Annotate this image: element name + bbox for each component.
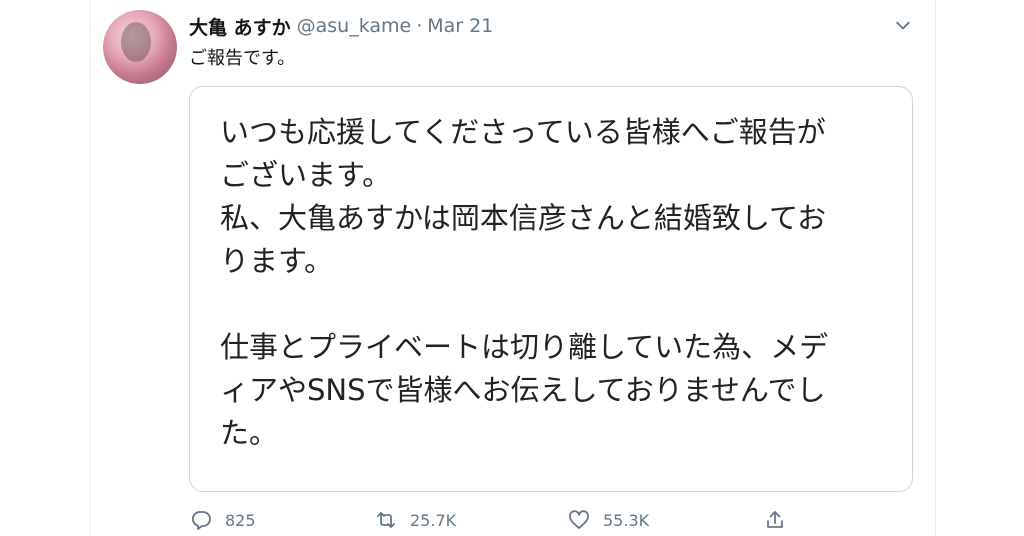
heart-icon bbox=[569, 510, 589, 529]
image-text: いつも応援してくださっている皆様へご報告が ございます。 私、大亀あすかは岡本信… bbox=[220, 111, 892, 455]
share-button[interactable] bbox=[763, 508, 799, 532]
image-text-line: ります。 bbox=[220, 244, 334, 278]
reply-icon bbox=[191, 511, 211, 530]
image-text-line: いつも応援してくださっている皆様へご報告が bbox=[220, 115, 826, 149]
tweet-date[interactable]: Mar 21 bbox=[427, 15, 493, 37]
user-handle[interactable]: @asu_kame bbox=[297, 15, 412, 37]
tweet-text: ご報告です。 bbox=[189, 48, 296, 69]
image-text-line: 仕事とプライベートは切り離していた為、メデ bbox=[220, 330, 829, 364]
chevron-down-icon[interactable] bbox=[893, 16, 913, 36]
attached-image[interactable]: いつも応援してくださっている皆様へご報告が ございます。 私、大亀あすかは岡本信… bbox=[189, 86, 913, 492]
image-text-line: ィアやSNSで皆様へお伝えしておりませんでし bbox=[220, 373, 826, 407]
reply-button[interactable]: 825 bbox=[189, 508, 256, 532]
share-icon bbox=[767, 511, 783, 528]
like-button[interactable]: 55.3K bbox=[567, 508, 649, 532]
retweet-button[interactable]: 25.7K bbox=[374, 508, 456, 532]
retweet-icon bbox=[377, 512, 395, 528]
tweet-actions: 825 25.7K 55.3K bbox=[189, 508, 913, 536]
reply-count: 825 bbox=[225, 510, 256, 530]
image-text-line: た。 bbox=[220, 416, 279, 450]
retweet-count: 25.7K bbox=[410, 510, 457, 530]
like-count: 55.3K bbox=[603, 510, 650, 530]
image-text-line bbox=[220, 283, 892, 326]
image-text-line: ございます。 bbox=[220, 158, 392, 192]
tweet[interactable]: 大亀 あすか @asu_kame · Mar 21 ご報告です。 いつも応援して… bbox=[90, 0, 936, 536]
separator-dot: · bbox=[416, 15, 423, 37]
avatar[interactable] bbox=[103, 10, 177, 84]
image-text-line: 私、大亀あすかは岡本信彦さんと結婚致してお bbox=[220, 201, 827, 235]
tweet-header: 大亀 あすか @asu_kame · Mar 21 bbox=[189, 13, 493, 40]
display-name[interactable]: 大亀 あすか bbox=[189, 13, 291, 40]
